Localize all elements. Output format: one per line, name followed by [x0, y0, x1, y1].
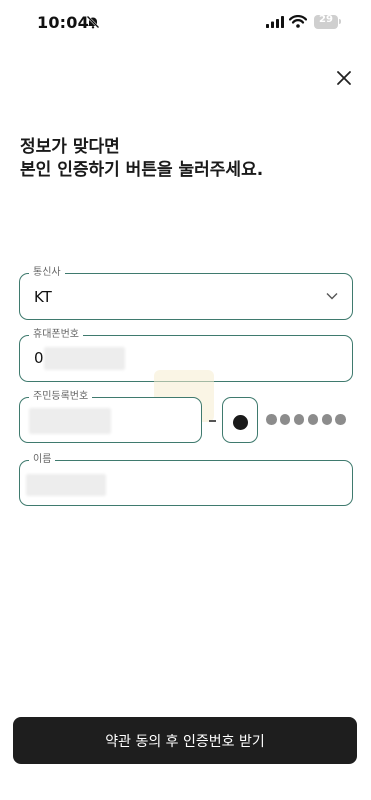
mask-dot — [293, 414, 305, 425]
page-heading: 정보가 맞다면 본인 인증하기 버튼을 눌러주세요. — [20, 136, 263, 182]
heading-line-1: 정보가 맞다면 — [20, 137, 120, 157]
phone-redacted — [44, 347, 125, 370]
status-time: 10:04 — [37, 13, 89, 32]
bell-slash-icon — [86, 15, 100, 29]
chevron-down-icon — [326, 293, 338, 300]
mask-dot — [266, 414, 277, 425]
resident-number-back-field[interactable] — [222, 397, 258, 443]
resident-number-dash — [209, 420, 216, 422]
mask-dot — [279, 414, 291, 425]
name-label: 이름 — [29, 453, 56, 467]
phone-label: 휴대폰번호 — [29, 328, 83, 342]
mask-dot — [335, 414, 346, 425]
wifi-icon — [289, 15, 307, 28]
resident-number-redacted — [29, 408, 111, 434]
battery-level: 29 — [319, 14, 333, 25]
mask-dot — [307, 414, 319, 425]
agree-and-get-code-button[interactable]: 약관 동의 후 인증번호 받기 — [13, 717, 357, 764]
resident-number-front-field[interactable]: 주민등록번호 — [19, 390, 202, 443]
carrier-label: 통신사 — [29, 266, 65, 280]
name-redacted — [26, 474, 106, 496]
close-icon[interactable] — [334, 68, 354, 88]
battery-nub — [339, 19, 341, 24]
mask-dot — [321, 414, 333, 425]
name-field[interactable]: 이름 — [19, 453, 353, 506]
battery-icon: 29 — [314, 14, 338, 29]
phone-value-prefix: 0 — [34, 349, 44, 367]
carrier-select[interactable]: 통신사 KT — [19, 266, 353, 320]
carrier-value: KT — [34, 288, 52, 306]
cellular-signal-icon — [266, 16, 284, 28]
resident-number-first-digit-dot — [233, 415, 248, 430]
heading-line-2: 본인 인증하기 버튼을 눌러주세요. — [20, 160, 264, 180]
resident-number-label: 주민등록번호 — [29, 390, 93, 404]
resident-number-mask — [266, 414, 346, 425]
